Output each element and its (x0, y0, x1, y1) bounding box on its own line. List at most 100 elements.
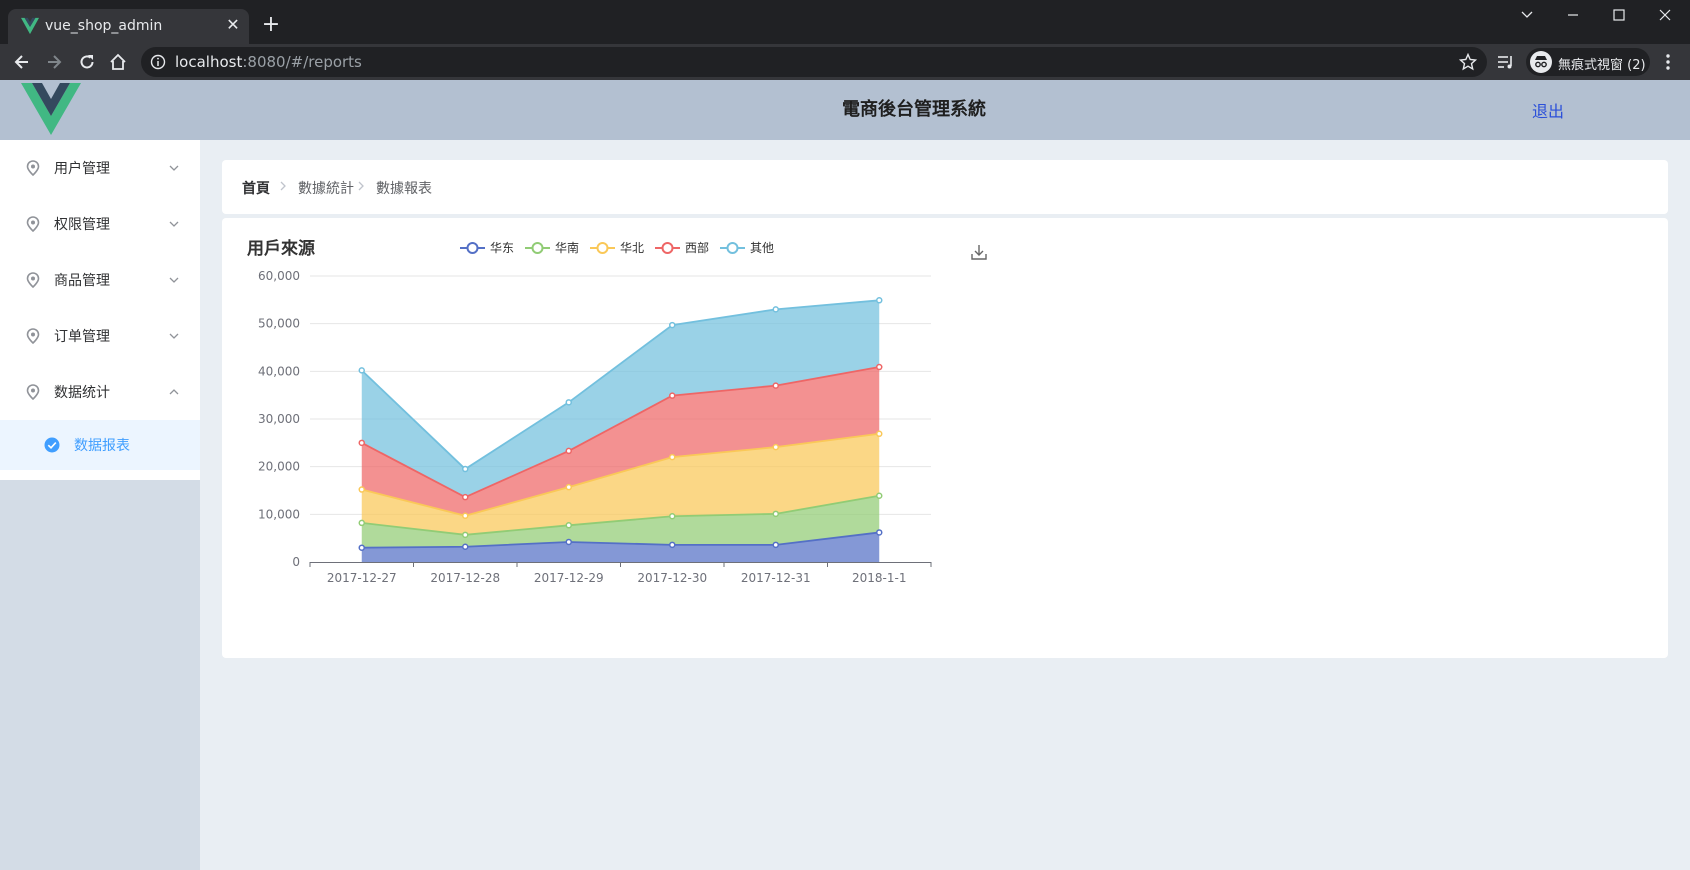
legend-label[interactable]: 其他 (750, 241, 774, 255)
legend-label[interactable]: 华南 (555, 240, 579, 255)
data-point[interactable] (462, 512, 469, 520)
home-icon[interactable] (104, 48, 132, 76)
incognito-icon (1530, 51, 1552, 73)
legend-label[interactable]: 华东 (490, 241, 514, 255)
data-point[interactable] (669, 392, 676, 399)
data-point[interactable] (669, 541, 676, 549)
sidebar-subitem-label: 数据报表 (74, 438, 130, 454)
location-icon (26, 328, 40, 344)
breadcrumb-reports: 數據報表 (376, 181, 432, 197)
bookmark-star-icon[interactable] (1459, 53, 1477, 71)
download-icon[interactable] (971, 245, 987, 260)
chevron-right-icon (280, 181, 286, 191)
tab-search-icon[interactable] (1504, 0, 1550, 30)
x-tick-label: 2017-12-27 (327, 571, 397, 585)
sidebar-item-statistics[interactable]: 数据统计 (0, 364, 200, 420)
location-icon (26, 216, 40, 232)
data-point[interactable] (565, 399, 572, 406)
tab-title: vue_shop_admin (45, 18, 163, 34)
close-window-icon[interactable] (1642, 0, 1688, 30)
minimize-icon[interactable] (1550, 0, 1596, 30)
location-icon (26, 384, 40, 400)
data-point[interactable] (876, 492, 883, 499)
data-point[interactable] (358, 519, 365, 527)
data-point[interactable] (358, 544, 365, 551)
chevron-up-icon (169, 389, 179, 395)
check-circle-icon (44, 437, 60, 453)
legend-marker-华南[interactable] (531, 242, 544, 254)
back-icon[interactable] (8, 48, 36, 76)
data-point[interactable] (565, 483, 572, 491)
app-header: 電商後台管理系統 退出 (0, 80, 1690, 140)
x-tick-label: 2017-12-28 (430, 571, 500, 585)
sidebar: 用户管理 权限管理 商品管理 订单管理 数据统计 数据报表 (0, 140, 200, 870)
data-point[interactable] (358, 367, 365, 374)
incognito-profile-button[interactable]: 無痕式視窗 (2) (1526, 48, 1650, 76)
data-point[interactable] (565, 522, 572, 529)
user-source-chart: 用戶來源 0 10,000 20,000 30,000 40,000 50,000 60,00… (247, 238, 987, 585)
legend-marker-华东[interactable] (466, 242, 479, 254)
y-tick-label: 20,000 (258, 460, 300, 474)
data-point[interactable] (669, 512, 676, 520)
legend-marker-其他[interactable] (726, 242, 739, 254)
data-point[interactable] (462, 531, 469, 539)
data-point[interactable] (876, 529, 883, 536)
chevron-right-icon (358, 181, 364, 191)
sidebar-item-label: 数据统计 (54, 385, 110, 401)
browser-tab-bar: vue_shop_admin ✕ + (0, 0, 1690, 44)
data-point[interactable] (462, 465, 469, 473)
data-point[interactable] (565, 538, 572, 546)
legend-marker-西部[interactable] (661, 242, 674, 254)
forward-icon[interactable] (40, 48, 68, 76)
sidebar-item-orders[interactable]: 订单管理 (0, 308, 200, 364)
x-tick-label: 2018-1-1 (852, 571, 906, 585)
data-point[interactable] (772, 541, 779, 549)
data-point[interactable] (772, 306, 779, 313)
incognito-label: 無痕式視窗 (2) (1558, 58, 1646, 73)
legend-label[interactable]: 华北 (620, 241, 644, 255)
data-point[interactable] (669, 453, 676, 461)
data-point[interactable] (876, 297, 883, 304)
data-point[interactable] (876, 430, 883, 438)
y-tick-label: 50,000 (258, 317, 300, 331)
sidebar-subitem-reports[interactable]: 数据报表 (0, 420, 200, 470)
sidebar-item-label: 订单管理 (54, 329, 110, 345)
data-point[interactable] (876, 363, 883, 371)
logout-button[interactable]: 退出 (1532, 98, 1564, 122)
site-info-icon[interactable] (150, 54, 166, 70)
data-point[interactable] (358, 439, 365, 447)
y-tick-label: 30,000 (258, 412, 300, 426)
legend-label[interactable]: 西部 (685, 240, 709, 255)
app-container: 電商後台管理系統 退出 用户管理 权限管理 商品管理 订单管理 数据统计 数据报… (0, 80, 1690, 870)
tab-close-icon[interactable]: ✕ (223, 15, 243, 35)
data-point[interactable] (358, 486, 365, 493)
x-tick-label: 2017-12-31 (741, 571, 811, 585)
reload-icon[interactable] (73, 48, 101, 76)
data-point[interactable] (565, 447, 572, 455)
maximize-icon[interactable] (1596, 0, 1642, 30)
data-point[interactable] (669, 321, 676, 329)
breadcrumb-home[interactable]: 首頁 (242, 178, 270, 198)
data-point[interactable] (772, 382, 779, 389)
sidebar-item-users[interactable]: 用户管理 (0, 140, 200, 196)
data-point[interactable] (462, 543, 469, 550)
address-bar[interactable]: localhost:8080/#/reports (141, 47, 1487, 77)
legend-marker-华北[interactable] (596, 242, 609, 254)
x-tick-label: 2017-12-29 (534, 571, 604, 585)
sidebar-item-goods[interactable]: 商品管理 (0, 252, 200, 308)
new-tab-button[interactable]: + (258, 12, 284, 38)
y-tick-label: 0 (292, 555, 300, 569)
reading-list-icon[interactable] (1492, 48, 1520, 76)
browser-tab[interactable]: vue_shop_admin ✕ (8, 9, 249, 44)
browser-menu-icon[interactable] (1654, 48, 1682, 76)
data-point[interactable] (772, 443, 779, 451)
data-point[interactable] (462, 493, 469, 501)
sidebar-item-label: 商品管理 (54, 273, 110, 289)
sidebar-item-permissions[interactable]: 权限管理 (0, 196, 200, 252)
location-icon (26, 272, 40, 288)
sidebar-item-label: 用户管理 (54, 161, 110, 177)
data-point[interactable] (772, 510, 779, 518)
chevron-down-icon (169, 165, 179, 171)
breadcrumb-statistics: 數據統計 (298, 181, 354, 197)
chevron-down-icon (169, 221, 179, 227)
